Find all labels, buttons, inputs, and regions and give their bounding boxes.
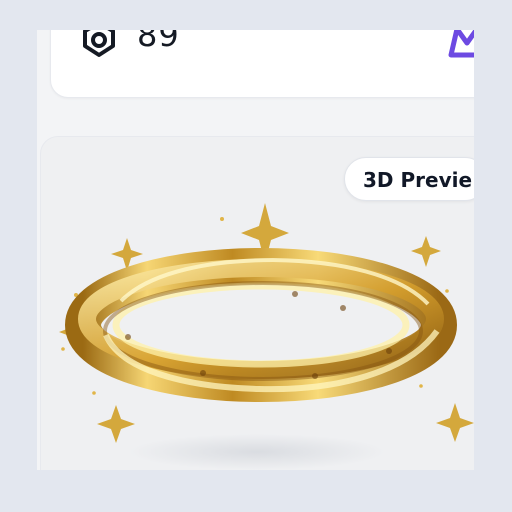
stat-value: 89 xyxy=(137,30,180,54)
badge-icon xyxy=(83,30,115,57)
stat-card: 89 xyxy=(50,30,474,98)
golden-ring-image xyxy=(59,203,474,470)
crown-icon xyxy=(448,30,474,58)
golden-ring xyxy=(65,248,457,402)
app-frame: 89 3D Previe xyxy=(37,30,474,470)
sparkle-icon xyxy=(59,203,474,443)
